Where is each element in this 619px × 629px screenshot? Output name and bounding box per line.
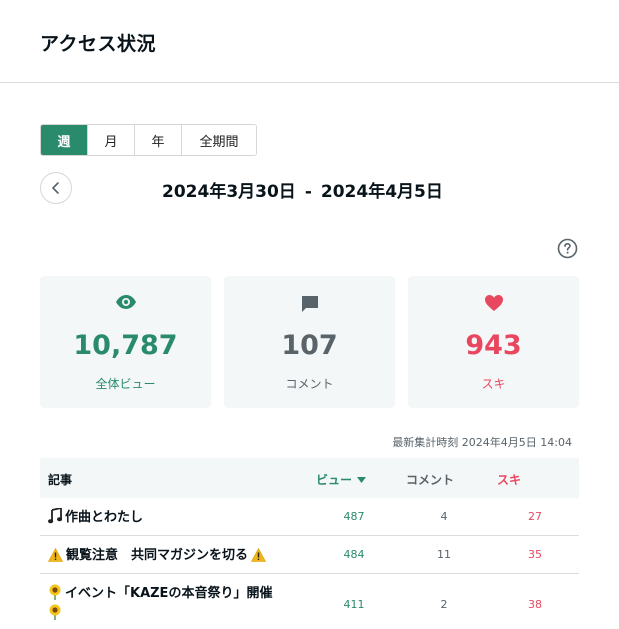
article-title: 作曲とわたし bbox=[65, 510, 144, 525]
comments-summary-card: 107 コメント bbox=[224, 276, 395, 408]
date-range-start: 2024年3月30日 bbox=[162, 182, 296, 202]
row-views: 411 bbox=[343, 598, 365, 611]
article-stats-table: 記事 ビュー コメント スキ 作曲とわたし 487 4 27 観覧注意 共同マガ… bbox=[40, 458, 579, 629]
warning-icon bbox=[251, 548, 267, 562]
comment-icon bbox=[224, 294, 395, 316]
tab-year[interactable]: 年 bbox=[135, 125, 182, 155]
tab-week[interactable]: 週 bbox=[41, 125, 88, 155]
row-comments: 2 bbox=[440, 598, 448, 611]
chevron-left-icon bbox=[52, 182, 59, 194]
column-header-likes[interactable]: スキ bbox=[497, 471, 521, 488]
article-title-link[interactable]: 観覧注意 共同マガジンを切る bbox=[48, 546, 308, 566]
last-updated-timestamp: 最新集計時刻 2024年4月5日 14:04 bbox=[392, 436, 572, 449]
comments-label: コメント bbox=[285, 377, 334, 391]
column-header-comments[interactable]: コメント bbox=[406, 471, 454, 488]
article-title-link[interactable]: 作曲とわたし bbox=[48, 508, 308, 528]
help-icon[interactable] bbox=[557, 238, 578, 259]
likes-total: 943 bbox=[465, 330, 522, 361]
period-tabs: 週 月 年 全期間 bbox=[40, 124, 257, 156]
article-title-link[interactable]: イベント「KAZEの本音祭り」開催 bbox=[48, 584, 308, 624]
column-header-views[interactable]: ビュー bbox=[316, 471, 367, 488]
eye-icon bbox=[40, 294, 211, 316]
comments-total: 107 bbox=[281, 330, 338, 361]
table-row[interactable]: イベント「KAZEの本音祭り」開催 411 2 38 bbox=[40, 574, 579, 629]
row-likes: 35 bbox=[528, 548, 542, 561]
table-header: 記事 ビュー コメント スキ bbox=[40, 458, 579, 498]
table-row[interactable]: 作曲とわたし 487 4 27 bbox=[40, 498, 579, 536]
previous-period-button[interactable] bbox=[40, 172, 72, 204]
tab-all-time[interactable]: 全期間 bbox=[182, 125, 256, 155]
date-range-end: 2024年4月5日 bbox=[320, 182, 443, 202]
page-title: アクセス状況 bbox=[40, 33, 157, 55]
row-comments: 11 bbox=[437, 548, 451, 561]
warning-icon bbox=[48, 548, 63, 562]
row-views: 487 bbox=[343, 510, 365, 523]
sunflower-icon bbox=[49, 604, 61, 620]
column-header-views-label: ビュー bbox=[316, 473, 353, 487]
views-total: 10,787 bbox=[73, 330, 178, 361]
tab-month[interactable]: 月 bbox=[88, 125, 135, 155]
article-title: 観覧注意 共同マガジンを切る bbox=[66, 548, 249, 563]
views-label: 全体ビュー bbox=[95, 377, 156, 391]
date-range: 2024年3月30日 -2024年4月5日 bbox=[162, 177, 443, 202]
sunflower-icon bbox=[49, 584, 61, 600]
date-range-separator: - bbox=[304, 182, 312, 202]
likes-label: スキ bbox=[481, 377, 506, 391]
row-comments: 4 bbox=[440, 510, 448, 523]
article-title: イベント「KAZEの本音祭り」開催 bbox=[65, 586, 273, 601]
row-views: 484 bbox=[343, 548, 365, 561]
sort-descending-icon bbox=[357, 476, 367, 483]
music-note-icon bbox=[48, 508, 62, 524]
views-summary-card: 10,787 全体ビュー bbox=[40, 276, 211, 408]
likes-summary-card: 943 スキ bbox=[408, 276, 579, 408]
row-likes: 38 bbox=[528, 598, 542, 611]
table-row[interactable]: 観覧注意 共同マガジンを切る 484 11 35 bbox=[40, 536, 579, 574]
page-header: アクセス状況 bbox=[0, 0, 619, 83]
row-likes: 27 bbox=[528, 510, 542, 523]
column-header-article: 記事 bbox=[48, 473, 73, 487]
heart-icon bbox=[408, 294, 579, 316]
